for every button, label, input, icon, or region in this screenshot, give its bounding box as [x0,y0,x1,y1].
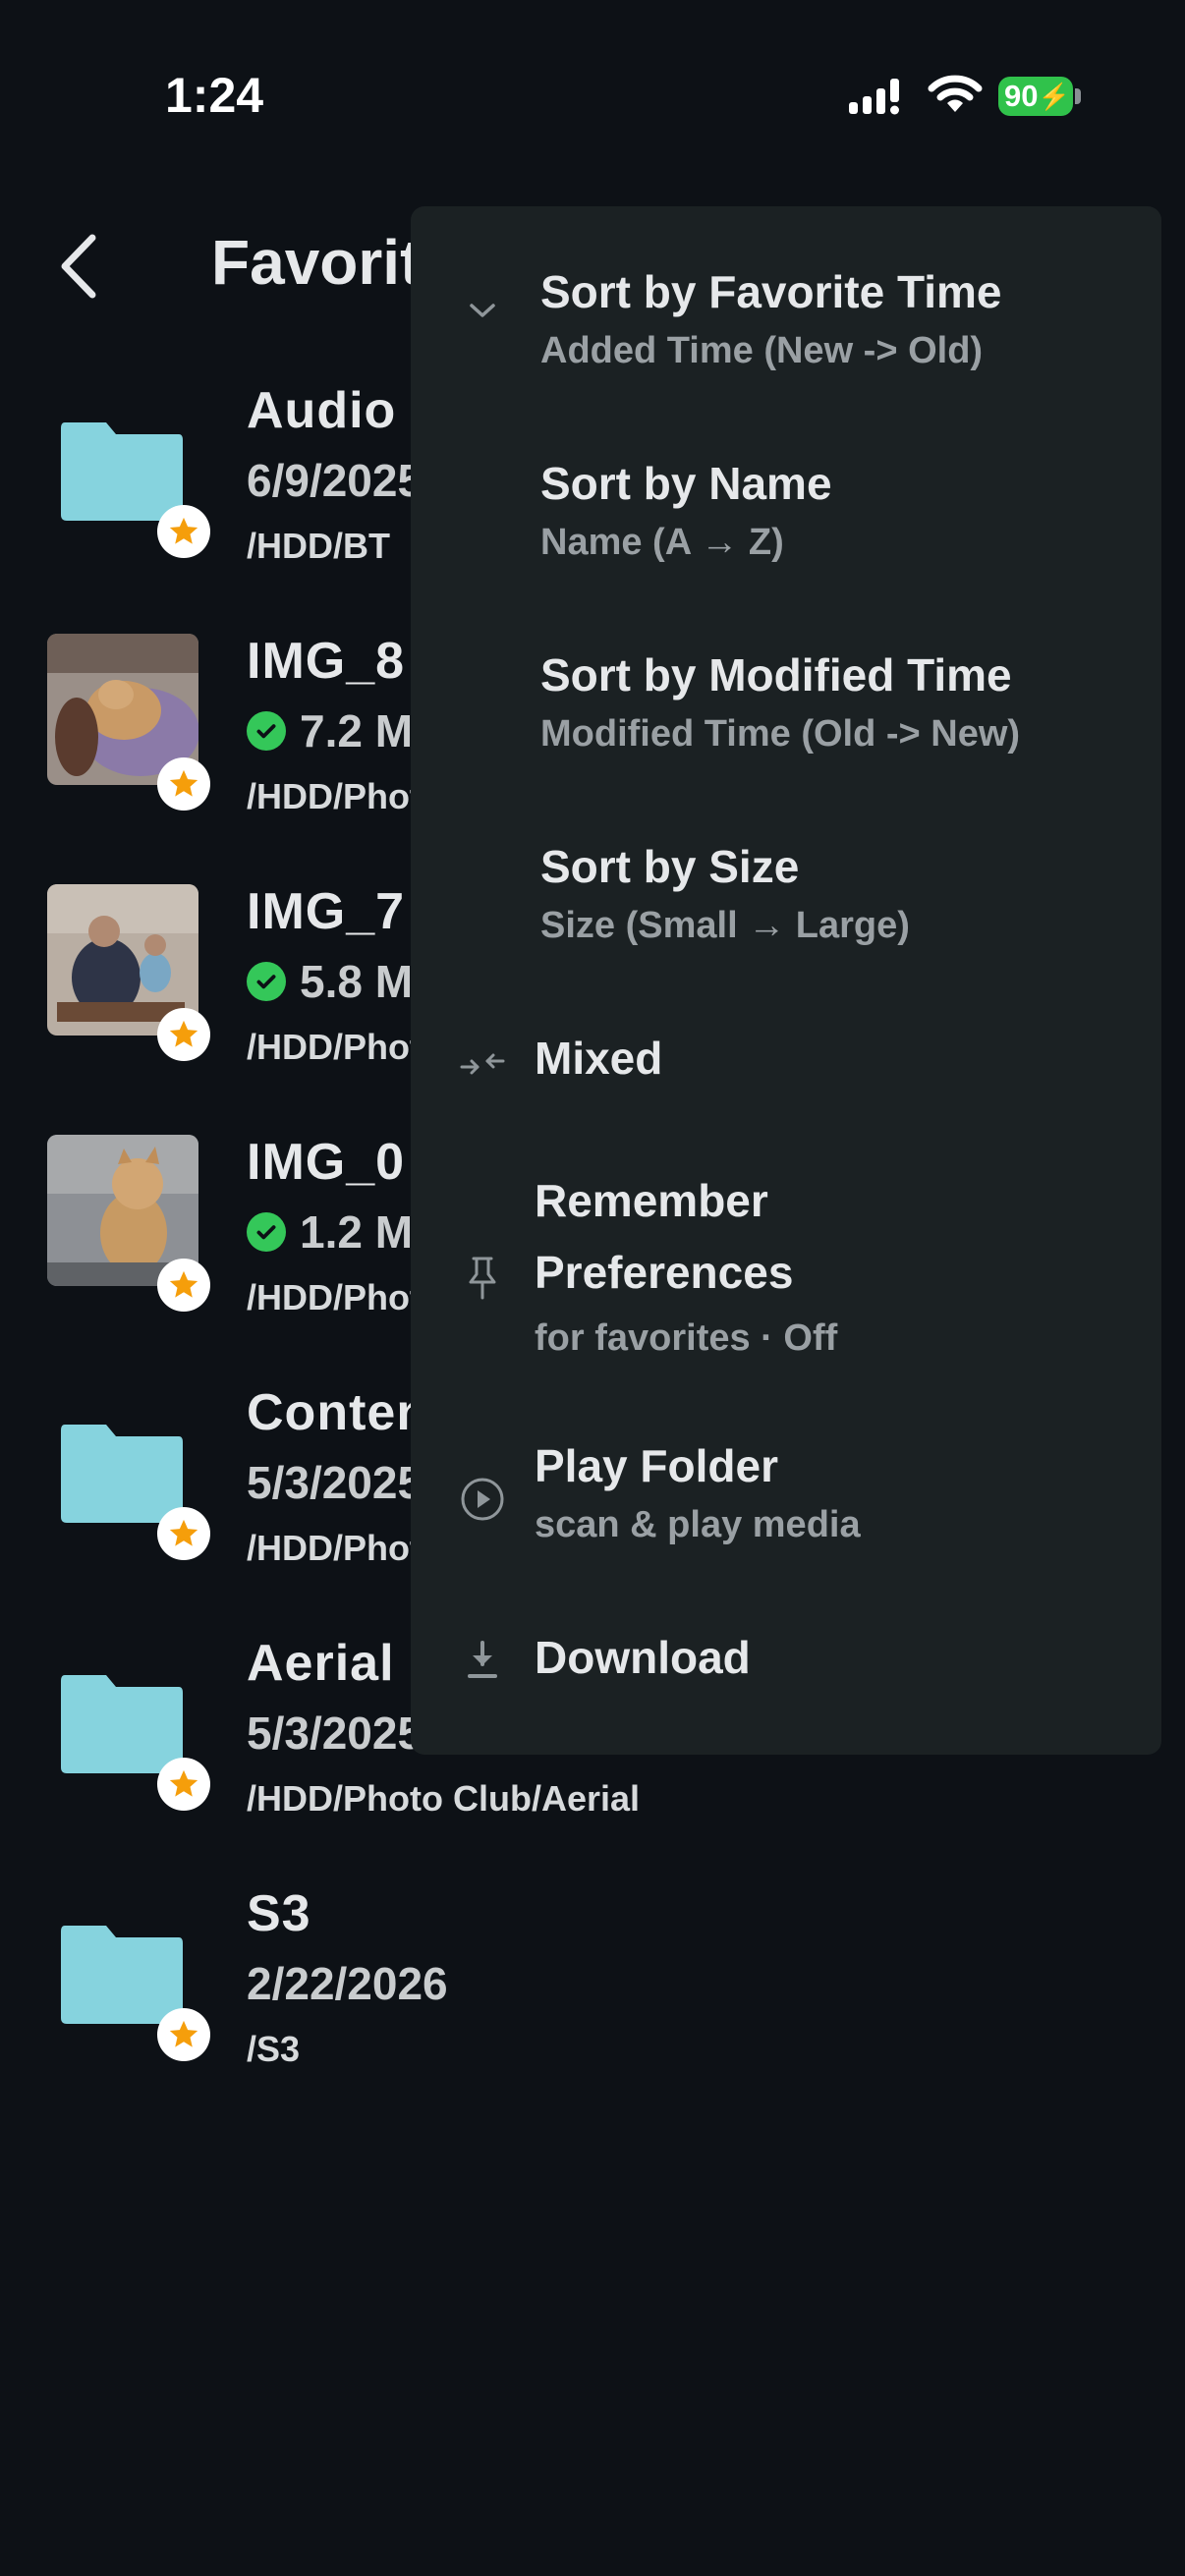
chevron-down-icon [470,304,495,317]
menu-item-sort-modified-time[interactable]: Sort by Modified Time Modified Time (Old… [411,648,1161,796]
item-name: S3 [247,1885,311,1942]
menu-item-title: Play Folder [535,1440,778,1491]
menu-item-title: Sort by Name [540,458,832,509]
status-bar: 1:24 90 ⚡ [0,0,1185,187]
synced-check-icon [247,1212,286,1252]
favorite-star-icon [157,1008,210,1061]
synced-check-icon [247,962,286,1001]
menu-item-mixed[interactable]: Mixed [411,1032,1161,1130]
menu-item-title-line2: Preferences [535,1247,794,1298]
item-meta: 5/3/2025 [247,1708,423,1759]
merge-arrows-icon [460,1053,505,1075]
chevron-left-icon [61,234,96,299]
folder-icon [61,1425,183,1523]
menu-item-play-folder[interactable]: Play Folder scan & play media [411,1439,1161,1587]
item-meta: 6/9/2025 [247,455,423,506]
item-name: IMG_8 [247,633,406,690]
menu-item-title: Sort by Favorite Time [540,266,1002,317]
menu-item-subtitle: Name (A → Z) [540,522,784,563]
favorite-star-icon [157,1507,210,1560]
menu-item-subtitle: Added Time (New -> Old) [540,330,984,371]
item-path: /S3 [247,2029,301,2069]
synced-check-icon [247,711,286,751]
menu-item-remember-preferences[interactable]: Remember Preferences for favorites · Off [411,1174,1161,1400]
menu-item-sort-favorite-time[interactable]: Sort by Favorite Time Added Time (New ->… [411,265,1161,413]
item-name: Audio [247,382,397,439]
favorite-star-icon [157,505,210,558]
item-path: /HDD/BT [247,526,390,566]
favorite-star-icon [157,757,210,811]
favorite-star-icon [157,1758,210,1811]
favorite-star-icon [157,2008,210,2061]
item-name: IMG_0 [247,1134,406,1191]
item-name: IMG_7 [247,883,406,940]
battery-indicator: 90 ⚡ [998,77,1073,116]
favorite-star-icon [157,1259,210,1312]
status-time: 1:24 [165,68,264,123]
menu-item-title: Sort by Size [540,841,800,892]
item-meta: 2/22/2026 [247,1958,448,2009]
play-circle-icon [461,1478,504,1521]
battery-level: 90 [1004,79,1039,113]
battery-tip [1075,88,1081,104]
menu-item-title: Sort by Modified Time [540,649,1012,700]
menu-item-subtitle: Size (Small → Large) [540,905,910,946]
menu-item-sort-size[interactable]: Sort by Size Size (Small → Large) [411,840,1161,987]
menu-item-title: Remember [535,1175,768,1226]
wifi-icon [928,73,983,120]
folder-icon [61,1675,183,1773]
menu-item-subtitle: Modified Time (Old -> New) [540,713,1021,755]
cellular-signal-icon [847,77,908,120]
menu-item-download[interactable]: Download [411,1631,1161,1729]
menu-item-sort-name[interactable]: Sort by Name Name (A → Z) [411,457,1161,604]
folder-icon [61,422,183,521]
menu-item-subtitle: scan & play media [535,1504,861,1545]
item-path: /HDD/Photo Club/Aerial [247,1778,641,1819]
pin-icon [469,1257,496,1300]
folder-icon [61,1926,183,2024]
menu-item-title: Mixed [535,1033,663,1084]
menu-item-title: Download [535,1632,751,1683]
item-meta: 5/3/2025 [247,1457,423,1508]
sort-options-menu: Sort by Favorite Time Added Time (New ->… [411,206,1161,1755]
list-item[interactable]: S3 2/22/2026 /S3 [0,1867,1185,2116]
item-name: Aerial [247,1635,395,1692]
menu-item-subtitle: for favorites · Off [535,1317,838,1359]
back-button[interactable] [57,232,102,305]
download-icon [468,1641,497,1678]
